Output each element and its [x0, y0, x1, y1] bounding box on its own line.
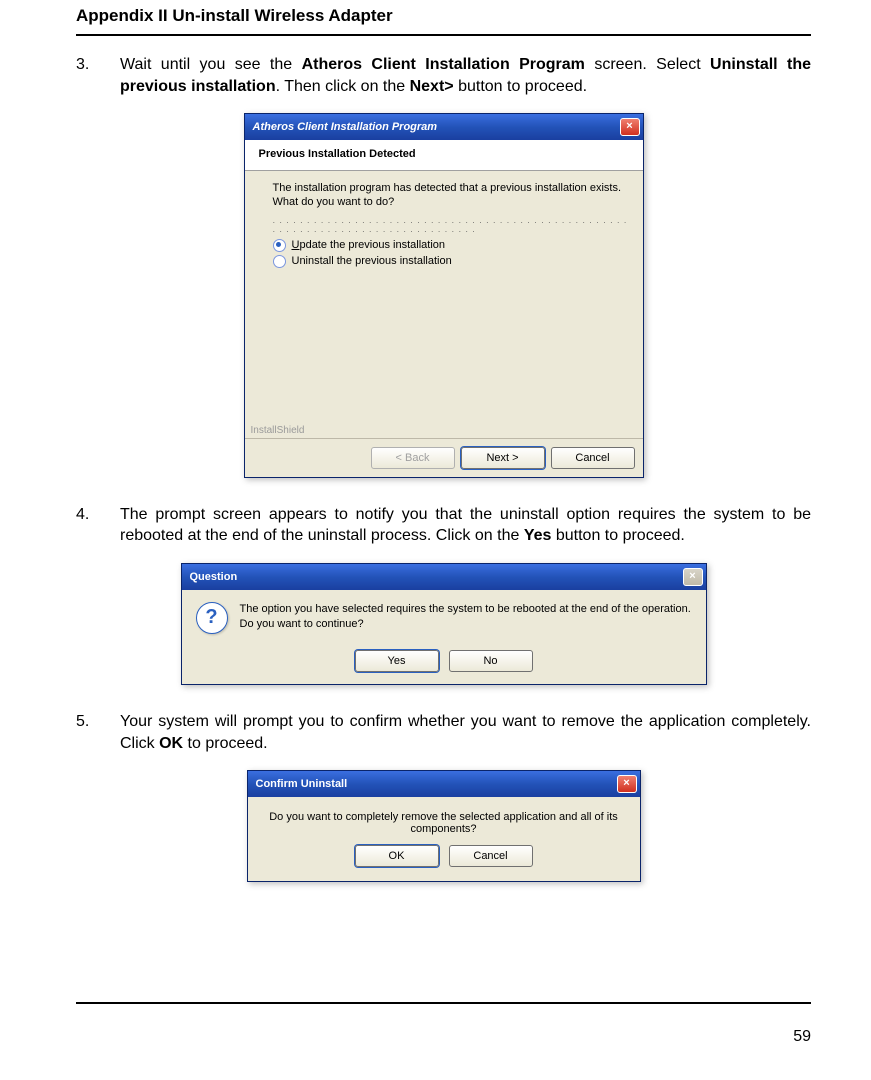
text-bold: Next> [410, 78, 454, 95]
text: The prompt screen appears to notify you … [120, 506, 811, 545]
installshield-label: InstallShield [245, 425, 643, 438]
dialog-text: Do you want to completely remove the sel… [248, 797, 640, 843]
button-bar: OK Cancel [248, 843, 640, 881]
text-bold: OK [159, 735, 183, 752]
step-text: Wait until you see the Atheros Client In… [120, 54, 811, 97]
step-5: 5. Your system will prompt you to confir… [76, 711, 811, 754]
titlebar: Confirm Uninstall × [248, 771, 640, 797]
step-3: 3. Wait until you see the Atheros Client… [76, 54, 811, 97]
subheader-title: Previous Installation Detected [259, 148, 629, 160]
text: Wait until you see the [120, 56, 302, 73]
step-number: 3. [76, 54, 120, 97]
back-button: < Back [371, 447, 455, 469]
text: screen. Select [585, 56, 710, 73]
radio-label: Uninstall the previous installation [292, 255, 452, 267]
footer-rule [76, 1002, 811, 1004]
radio-update[interactable]: Update the previous installation [273, 239, 629, 252]
text: button to proceed. [454, 78, 587, 95]
dialog-text: The option you have selected requires th… [240, 602, 692, 632]
dialog-title: Question [190, 571, 683, 583]
page-number: 59 [793, 1028, 811, 1046]
question-icon: ? [196, 602, 228, 634]
button-bar: < Back Next > Cancel [245, 438, 643, 477]
dialog-question: The installation program has detected th… [273, 181, 629, 210]
dialog-title: Confirm Uninstall [256, 778, 617, 790]
cancel-button[interactable]: Cancel [551, 447, 635, 469]
text: . Then click on the [276, 78, 410, 95]
text-bold: Yes [524, 527, 552, 544]
cancel-button[interactable]: Cancel [449, 845, 533, 867]
radio-icon [273, 239, 286, 252]
close-icon: × [683, 568, 703, 586]
dialog-subheader: Previous Installation Detected [245, 140, 643, 171]
ok-button[interactable]: OK [355, 845, 439, 867]
question-dialog: Question × ? The option you have selecte… [181, 563, 707, 685]
step-4: 4. The prompt screen appears to notify y… [76, 504, 811, 547]
next-button[interactable]: Next > [461, 447, 545, 469]
yes-button[interactable]: Yes [355, 650, 439, 672]
step-text: Your system will prompt you to confirm w… [120, 711, 811, 754]
radio-icon [273, 255, 286, 268]
step-number: 4. [76, 504, 120, 547]
titlebar: Atheros Client Installation Program × [245, 114, 643, 140]
close-icon[interactable]: × [617, 775, 637, 793]
button-bar: Yes No [182, 646, 706, 684]
close-icon[interactable]: × [620, 118, 640, 136]
text-bold: Atheros Client Installation Program [302, 56, 585, 73]
radio-label: Update the previous installation [292, 239, 446, 251]
no-button[interactable]: No [449, 650, 533, 672]
titlebar: Question × [182, 564, 706, 590]
text: to proceed. [183, 735, 268, 752]
confirm-dialog: Confirm Uninstall × Do you want to compl… [247, 770, 641, 882]
step-number: 5. [76, 711, 120, 754]
header-rule [76, 34, 811, 36]
radio-uninstall[interactable]: Uninstall the previous installation [273, 255, 629, 268]
page-header: Appendix II Un-install Wireless Adapter [76, 6, 811, 32]
dialog-title: Atheros Client Installation Program [253, 121, 620, 133]
text: button to proceed. [551, 527, 684, 544]
separator-dots: · · · · · · · · · · · · · · · · · · · · … [273, 218, 629, 236]
step-text: The prompt screen appears to notify you … [120, 504, 811, 547]
installer-dialog: Atheros Client Installation Program × Pr… [244, 113, 644, 478]
